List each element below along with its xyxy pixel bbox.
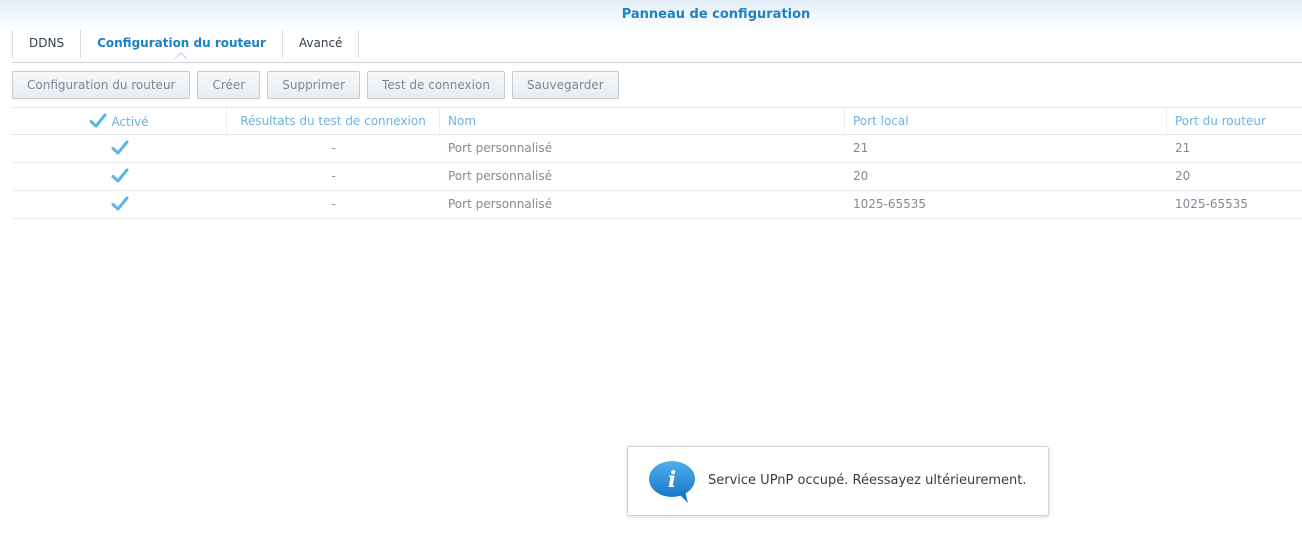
table-row[interactable]: - Port personnalisé 1025-65535 1025-6553… [12,191,1302,219]
header-name[interactable]: Nom [440,108,845,134]
row-router-port: 21 [1175,141,1191,155]
row-enabled-checkbox[interactable] [111,195,129,213]
checkmark-icon [111,168,128,182]
row-name: Port personnalisé [448,197,552,211]
row-local-port: 20 [853,169,869,183]
select-all-checkbox[interactable] [89,112,107,130]
header-local-port[interactable]: Port local [845,108,1167,134]
header-enabled: Activé [12,108,227,134]
router-config-button[interactable]: Configuration du routeur [12,71,191,99]
row-name: Port personnalisé [448,169,552,183]
tab-ddns[interactable]: DDNS [12,30,82,58]
test-connection-button[interactable]: Test de connexion [366,71,505,99]
row-enabled-checkbox[interactable] [111,167,129,185]
title-bar: Panneau de configuration [0,0,1302,30]
row-local-port: 1025-65535 [853,197,927,211]
info-speech-bubble-icon: i [649,461,695,503]
toolbar: Configuration du routeur Créer Supprimer… [12,71,619,99]
checkmark-icon [89,113,107,127]
row-router-port: 1025-65535 [1175,197,1249,211]
row-test-result: - [331,169,336,183]
row-router-port: 20 [1175,169,1191,183]
notification-message: Service UPnP occupé. Réessayez ultérieur… [708,473,1027,488]
tab-bar: DDNS Configuration du routeur Avancé [12,30,360,58]
save-button[interactable]: Sauvegarder [511,71,619,99]
header-router-port[interactable]: Port du routeur [1167,108,1302,134]
table-header: Activé Résultats du test de connexion No… [12,107,1302,135]
row-test-result: - [331,197,336,211]
tab-divider [12,62,1302,63]
row-name: Port personnalisé [448,141,552,155]
checkmark-icon [111,196,128,210]
tab-advanced[interactable]: Avancé [283,30,360,58]
checkmark-icon [111,140,128,154]
table-row[interactable]: - Port personnalisé 21 21 [12,135,1302,163]
row-local-port: 21 [853,141,869,155]
header-enabled-label: Activé [111,114,149,129]
tab-router-config[interactable]: Configuration du routeur [81,30,283,58]
window-title: Panneau de configuration [621,7,811,22]
table-row[interactable]: - Port personnalisé 20 20 [12,163,1302,191]
row-enabled-checkbox[interactable] [111,139,129,157]
header-test-results[interactable]: Résultats du test de connexion [227,108,440,134]
port-forwarding-table: Activé Résultats du test de connexion No… [12,107,1302,219]
create-button[interactable]: Créer [197,71,261,99]
row-test-result: - [331,141,336,155]
svg-text:i: i [668,467,676,493]
notification-toast: i Service UPnP occupé. Réessayez ultérie… [627,446,1049,516]
delete-button[interactable]: Supprimer [267,71,360,99]
